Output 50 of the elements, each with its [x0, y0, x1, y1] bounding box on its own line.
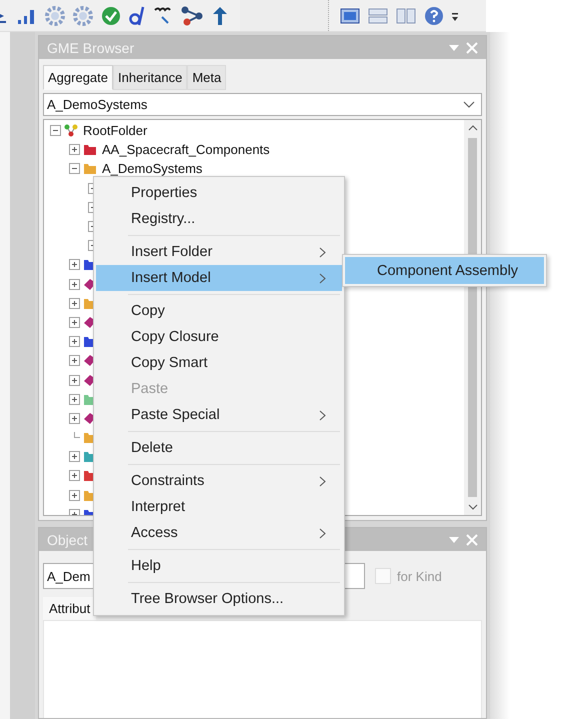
expander-icon[interactable]: [69, 374, 80, 386]
help-icon[interactable]: [423, 4, 445, 26]
tree-item[interactable]: A_DemoSystems: [102, 161, 202, 176]
expander-icon[interactable]: [69, 298, 80, 309]
menu-item[interactable]: Component Assembly: [345, 257, 544, 284]
check-icon[interactable]: [100, 4, 122, 26]
menu-item[interactable]: Delete: [96, 435, 342, 461]
network-icon[interactable]: [180, 4, 204, 26]
expander-icon[interactable]: [69, 394, 80, 405]
scroll-down-icon[interactable]: [468, 503, 478, 511]
rows-icon[interactable]: [367, 6, 389, 26]
expander-icon[interactable]: [69, 278, 80, 290]
menu-item[interactable]: Copy Closure: [96, 324, 342, 350]
scroll-up-icon[interactable]: [468, 124, 478, 132]
expander-icon[interactable]: [69, 470, 80, 482]
tab[interactable]: Attribut: [43, 597, 96, 620]
combo-box[interactable]: A_DemoSystems: [43, 93, 482, 116]
menu-item[interactable]: Copy Smart: [96, 350, 342, 376]
tree-item[interactable]: RootFolder: [83, 123, 148, 138]
menu-item[interactable]: Registry...: [96, 206, 342, 232]
tab[interactable]: Aggregate: [43, 65, 113, 90]
tab[interactable]: Inheritance: [113, 65, 188, 90]
expander-icon[interactable]: [69, 451, 80, 462]
menu-item[interactable]: Constraints: [96, 468, 342, 494]
menu-item[interactable]: Access: [96, 520, 342, 546]
tab[interactable]: Meta: [187, 65, 226, 90]
expander-icon[interactable]: [50, 125, 61, 136]
expander-icon[interactable]: [69, 144, 80, 156]
menu-item[interactable]: Insert Model: [96, 265, 342, 291]
checkbox[interactable]: [375, 568, 391, 584]
window-icon[interactable]: [339, 6, 361, 26]
checkbox-label: for Kind: [397, 568, 442, 584]
chevron-icon: [463, 100, 475, 108]
expander-icon[interactable]: [69, 336, 80, 348]
menu-item[interactable]: Insert Folder: [96, 239, 342, 265]
tree-item[interactable]: AA_Spacecraft_Components: [102, 142, 270, 158]
menu-item[interactable]: Help: [96, 553, 342, 579]
expander-icon[interactable]: [69, 412, 80, 424]
expander-icon[interactable]: [69, 490, 80, 501]
expander-icon[interactable]: [69, 259, 80, 270]
menu-item[interactable]: Paste Special: [96, 402, 342, 428]
columns-icon[interactable]: [395, 6, 417, 26]
menu-item[interactable]: Tree Browser Options...: [96, 586, 342, 612]
italic-d-icon[interactable]: [128, 4, 146, 26]
menu-item[interactable]: Interpret: [96, 494, 342, 520]
menu-item[interactable]: Properties: [96, 180, 342, 206]
expander-icon[interactable]: [69, 163, 80, 174]
expander-icon[interactable]: [69, 316, 80, 328]
expander-icon[interactable]: [69, 355, 80, 366]
menu-item[interactable]: Copy: [96, 298, 342, 324]
